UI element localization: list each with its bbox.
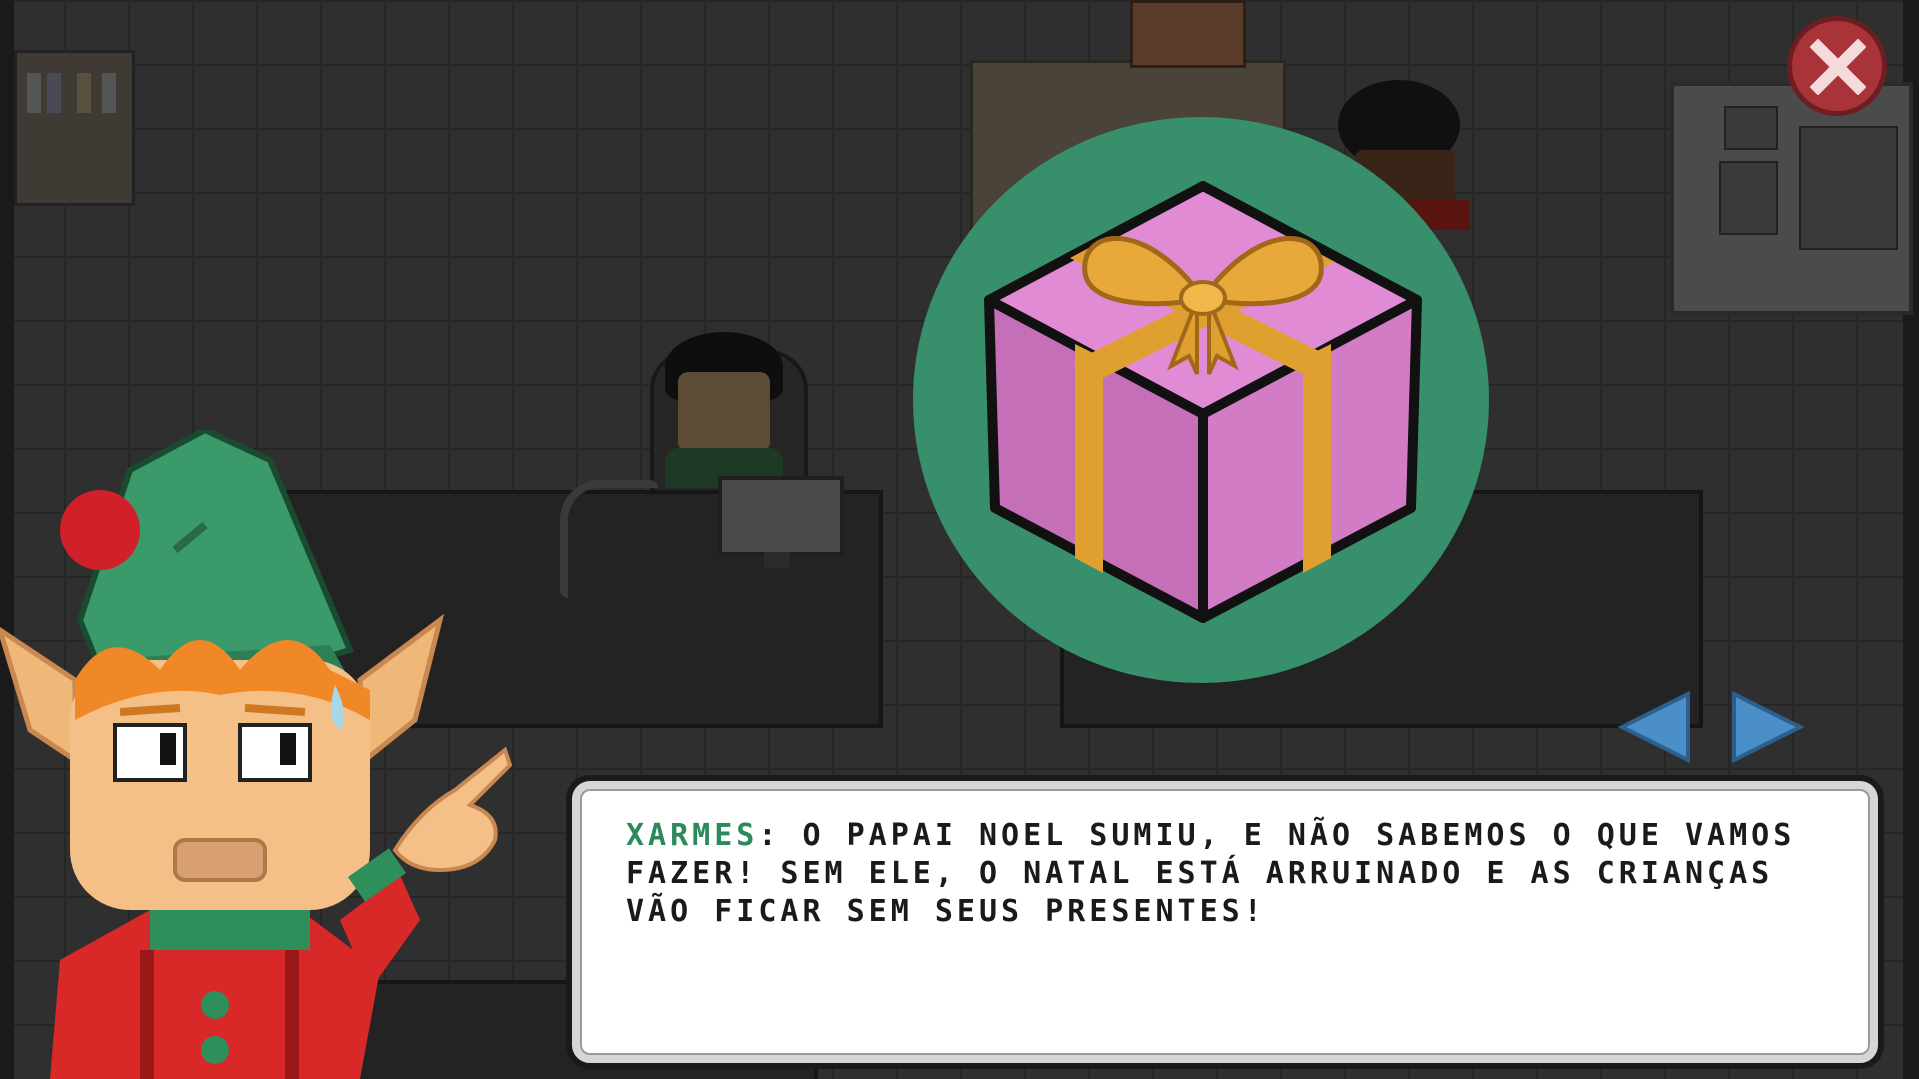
speaker-separator: :	[758, 818, 803, 853]
arrow-left-icon	[1617, 690, 1690, 764]
elf-character-portrait	[0, 430, 513, 1079]
computer-monitor	[718, 476, 844, 556]
fireplace	[1130, 0, 1246, 68]
close-button[interactable]	[1787, 16, 1887, 116]
toy-machine	[1670, 82, 1913, 315]
previous-dialog-button[interactable]	[1617, 690, 1692, 768]
close-icon	[1810, 39, 1866, 95]
dialog-box[interactable]: XARMES: O PAPAI NOEL SUMIU, E NÃO SABEMO…	[566, 775, 1884, 1069]
speaker-name: XARMES	[626, 818, 759, 853]
machine-panel	[1724, 106, 1778, 150]
shelf-item	[77, 73, 91, 113]
arrow-right-icon	[1732, 690, 1805, 764]
next-dialog-button[interactable]	[1730, 690, 1805, 768]
shelf-item	[102, 73, 116, 113]
machine-panel	[1799, 126, 1898, 250]
shelf	[14, 50, 135, 206]
desk-lamp	[560, 480, 658, 598]
shelf-item	[47, 73, 61, 113]
dialog-text: XARMES: O PAPAI NOEL SUMIU, E NÃO SABEMO…	[626, 817, 1826, 931]
monitor-stand	[764, 552, 790, 568]
gift-box-icon	[984, 181, 1422, 623]
shelf-item	[27, 73, 41, 113]
machine-panel	[1719, 161, 1778, 235]
npc-face	[678, 372, 770, 452]
